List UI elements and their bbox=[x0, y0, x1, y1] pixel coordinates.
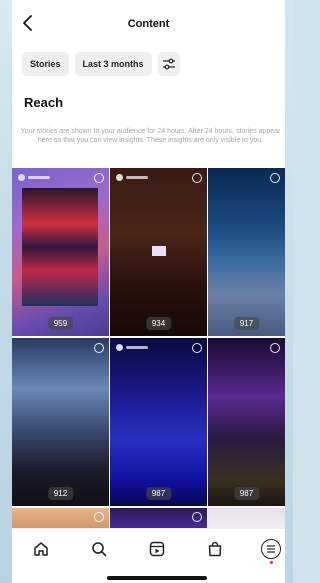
story-tile[interactable]: 987 bbox=[208, 338, 285, 506]
sliders-icon bbox=[162, 58, 175, 70]
reels-icon bbox=[149, 541, 165, 557]
story-tile[interactable]: 959 bbox=[12, 168, 109, 336]
select-circle-icon[interactable] bbox=[94, 343, 104, 353]
filter-settings-button[interactable] bbox=[157, 52, 180, 76]
home-icon bbox=[34, 542, 48, 556]
story-thumbnail bbox=[152, 246, 166, 256]
story-tile[interactable]: 934 bbox=[110, 168, 207, 336]
story-account bbox=[116, 344, 148, 351]
select-circle-icon[interactable] bbox=[192, 173, 202, 183]
background-left bbox=[0, 0, 12, 583]
story-tile-partial[interactable] bbox=[208, 508, 285, 528]
story-tile-partial[interactable] bbox=[110, 508, 207, 528]
select-circle-icon[interactable] bbox=[270, 173, 280, 183]
story-tile[interactable]: 987 bbox=[110, 338, 207, 506]
filter-bar: Stories Last 3 months bbox=[22, 52, 180, 76]
app-screen: Content Stories Last 3 months Reach Your… bbox=[12, 0, 285, 583]
notification-dot bbox=[269, 561, 273, 564]
tab-profile[interactable] bbox=[260, 538, 282, 564]
header: Content bbox=[12, 0, 285, 46]
story-tile[interactable]: 912 bbox=[12, 338, 109, 506]
select-circle-icon[interactable] bbox=[270, 343, 280, 353]
search-icon bbox=[92, 542, 107, 557]
select-circle-icon[interactable] bbox=[94, 173, 104, 183]
background-right bbox=[285, 0, 293, 583]
story-reach-count: 987 bbox=[233, 487, 260, 500]
section-title: Reach bbox=[24, 95, 64, 110]
tab-reels[interactable] bbox=[146, 538, 168, 560]
story-tile-partial[interactable] bbox=[12, 508, 109, 528]
story-reach-count: 959 bbox=[47, 317, 74, 330]
stories-grid: 959 934 917 912 987 987 bbox=[12, 168, 285, 508]
story-thumbnail bbox=[22, 188, 98, 306]
select-circle-icon[interactable] bbox=[192, 343, 202, 353]
story-tile[interactable]: 917 bbox=[208, 168, 285, 336]
story-account bbox=[116, 174, 148, 181]
page-title: Content bbox=[127, 18, 170, 30]
tab-search[interactable] bbox=[88, 538, 110, 560]
tab-home[interactable] bbox=[30, 538, 52, 560]
bottom-tab-bar bbox=[12, 528, 285, 571]
tab-shop[interactable] bbox=[204, 538, 226, 560]
select-circle-icon[interactable] bbox=[94, 512, 104, 522]
section-description: Your stories are shown to your audience … bbox=[20, 128, 281, 144]
profile-icon bbox=[261, 539, 281, 559]
story-reach-count: 934 bbox=[145, 317, 172, 330]
shop-icon bbox=[208, 541, 222, 557]
story-reach-count: 917 bbox=[233, 317, 260, 330]
filter-date-range-chip[interactable]: Last 3 months bbox=[74, 52, 152, 76]
select-circle-icon[interactable] bbox=[192, 512, 202, 522]
story-reach-count: 912 bbox=[47, 487, 74, 500]
home-indicator bbox=[107, 576, 207, 580]
story-account bbox=[18, 174, 50, 181]
filter-stories-chip[interactable]: Stories bbox=[22, 52, 69, 76]
story-reach-count: 987 bbox=[145, 487, 172, 500]
